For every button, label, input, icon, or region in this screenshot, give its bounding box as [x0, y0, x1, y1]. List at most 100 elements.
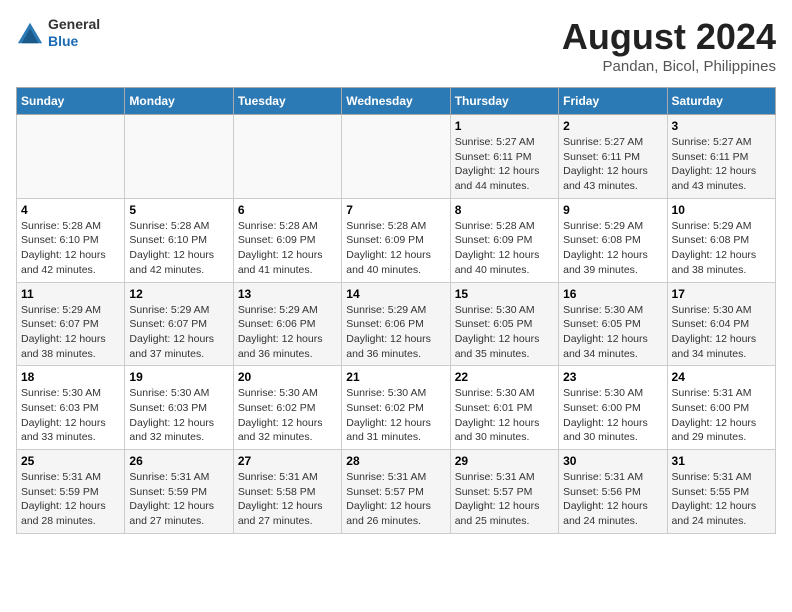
calendar-cell: 18 Sunrise: 5:30 AM Sunset: 6:03 PM Dayli… [17, 366, 125, 450]
day-info: Sunrise: 5:30 AM Sunset: 6:03 PM Dayligh… [21, 386, 120, 445]
calendar-cell: 27 Sunrise: 5:31 AM Sunset: 5:58 PM Dayli… [233, 450, 341, 534]
day-number: 13 [238, 287, 337, 301]
day-info: Sunrise: 5:28 AM Sunset: 6:10 PM Dayligh… [21, 219, 120, 278]
weekday-header-thursday: Thursday [450, 88, 558, 115]
calendar-cell [233, 115, 341, 199]
calendar-cell: 5 Sunrise: 5:28 AM Sunset: 6:10 PM Daylig… [125, 198, 233, 282]
calendar-cell: 31Sunrise: 5:31 AM Sunset: 5:55 PM Dayli… [667, 450, 775, 534]
day-number: 14 [346, 287, 445, 301]
day-number: 16 [563, 287, 662, 301]
calendar-cell: 10 Sunrise: 5:29 AM Sunset: 6:08 PM Dayli… [667, 198, 775, 282]
weekday-header-wednesday: Wednesday [342, 88, 450, 115]
day-info: Sunrise: 5:30 AM Sunset: 6:05 PM Dayligh… [455, 303, 554, 362]
day-number: 11 [21, 287, 120, 301]
day-info: Sunrise: 5:27 AM Sunset: 6:11 PM Dayligh… [455, 135, 554, 194]
day-number: 24 [672, 370, 771, 384]
calendar-cell: 6 Sunrise: 5:28 AM Sunset: 6:09 PM Daylig… [233, 198, 341, 282]
day-info: Sunrise: 5:31 AM Sunset: 6:00 PM Dayligh… [672, 386, 771, 445]
title-block: August 2024 Pandan, Bicol, Philippines [562, 16, 776, 75]
day-number: 2 [563, 119, 662, 133]
calendar-cell: 17 Sunrise: 5:30 AM Sunset: 6:04 PM Dayli… [667, 282, 775, 366]
day-number: 31 [672, 454, 771, 468]
day-info: Sunrise: 5:29 AM Sunset: 6:06 PM Dayligh… [346, 303, 445, 362]
day-info: Sunrise: 5:30 AM Sunset: 6:02 PM Dayligh… [238, 386, 337, 445]
day-number: 10 [672, 203, 771, 217]
page-title: August 2024 [562, 16, 776, 58]
logo-text: General Blue [48, 16, 100, 50]
day-number: 29 [455, 454, 554, 468]
day-info: Sunrise: 5:29 AM Sunset: 6:08 PM Dayligh… [563, 219, 662, 278]
calendar-cell: 21 Sunrise: 5:30 AM Sunset: 6:02 PM Dayli… [342, 366, 450, 450]
calendar-cell: 30 Sunrise: 5:31 AM Sunset: 5:56 PM Dayli… [559, 450, 667, 534]
day-info: Sunrise: 5:29 AM Sunset: 6:08 PM Dayligh… [672, 219, 771, 278]
day-info: Sunrise: 5:29 AM Sunset: 6:07 PM Dayligh… [21, 303, 120, 362]
day-info: Sunrise: 5:28 AM Sunset: 6:09 PM Dayligh… [455, 219, 554, 278]
week-row-1: 1 Sunrise: 5:27 AM Sunset: 6:11 PM Daylig… [17, 115, 776, 199]
week-row-3: 11 Sunrise: 5:29 AM Sunset: 6:07 PM Dayli… [17, 282, 776, 366]
logo: General Blue [16, 16, 100, 50]
day-number: 3 [672, 119, 771, 133]
calendar-cell: 2Sunrise: 5:27 AM Sunset: 6:11 PM Daylig… [559, 115, 667, 199]
day-number: 8 [455, 203, 554, 217]
calendar-cell: 9 Sunrise: 5:29 AM Sunset: 6:08 PM Daylig… [559, 198, 667, 282]
calendar-cell: 22Sunrise: 5:30 AM Sunset: 6:01 PM Dayli… [450, 366, 558, 450]
week-row-5: 25 Sunrise: 5:31 AM Sunset: 5:59 PM Dayli… [17, 450, 776, 534]
logo-icon [16, 19, 44, 47]
day-number: 5 [129, 203, 228, 217]
day-info: Sunrise: 5:29 AM Sunset: 6:07 PM Dayligh… [129, 303, 228, 362]
day-number: 12 [129, 287, 228, 301]
day-info: Sunrise: 5:29 AM Sunset: 6:06 PM Dayligh… [238, 303, 337, 362]
day-info: Sunrise: 5:28 AM Sunset: 6:09 PM Dayligh… [238, 219, 337, 278]
calendar-cell [342, 115, 450, 199]
day-number: 17 [672, 287, 771, 301]
day-info: Sunrise: 5:30 AM Sunset: 6:02 PM Dayligh… [346, 386, 445, 445]
week-row-4: 18 Sunrise: 5:30 AM Sunset: 6:03 PM Dayli… [17, 366, 776, 450]
day-number: 4 [21, 203, 120, 217]
day-number: 7 [346, 203, 445, 217]
weekday-header-sunday: Sunday [17, 88, 125, 115]
day-number: 21 [346, 370, 445, 384]
calendar-cell: 28Sunrise: 5:31 AM Sunset: 5:57 PM Dayli… [342, 450, 450, 534]
calendar-cell: 23Sunrise: 5:30 AM Sunset: 6:00 PM Dayli… [559, 366, 667, 450]
calendar-cell: 20Sunrise: 5:30 AM Sunset: 6:02 PM Dayli… [233, 366, 341, 450]
calendar-cell: 15Sunrise: 5:30 AM Sunset: 6:05 PM Dayli… [450, 282, 558, 366]
calendar-cell: 26 Sunrise: 5:31 AM Sunset: 5:59 PM Dayli… [125, 450, 233, 534]
day-info: Sunrise: 5:30 AM Sunset: 6:04 PM Dayligh… [672, 303, 771, 362]
day-info: Sunrise: 5:31 AM Sunset: 5:56 PM Dayligh… [563, 470, 662, 529]
day-number: 23 [563, 370, 662, 384]
day-info: Sunrise: 5:31 AM Sunset: 5:59 PM Dayligh… [129, 470, 228, 529]
day-number: 27 [238, 454, 337, 468]
calendar-cell [125, 115, 233, 199]
calendar-cell: 8 Sunrise: 5:28 AM Sunset: 6:09 PM Daylig… [450, 198, 558, 282]
weekday-header-monday: Monday [125, 88, 233, 115]
weekday-header-saturday: Saturday [667, 88, 775, 115]
calendar-cell: 4 Sunrise: 5:28 AM Sunset: 6:10 PM Daylig… [17, 198, 125, 282]
calendar-cell: 1 Sunrise: 5:27 AM Sunset: 6:11 PM Daylig… [450, 115, 558, 199]
day-number: 30 [563, 454, 662, 468]
weekday-header-friday: Friday [559, 88, 667, 115]
calendar-cell: 29 Sunrise: 5:31 AM Sunset: 5:57 PM Dayli… [450, 450, 558, 534]
day-number: 25 [21, 454, 120, 468]
day-number: 18 [21, 370, 120, 384]
calendar-cell: 13 Sunrise: 5:29 AM Sunset: 6:06 PM Dayli… [233, 282, 341, 366]
day-info: Sunrise: 5:31 AM Sunset: 5:59 PM Dayligh… [21, 470, 120, 529]
weekday-header-tuesday: Tuesday [233, 88, 341, 115]
page-subtitle: Pandan, Bicol, Philippines [562, 58, 776, 75]
calendar-cell: 12 Sunrise: 5:29 AM Sunset: 6:07 PM Dayli… [125, 282, 233, 366]
day-number: 1 [455, 119, 554, 133]
day-number: 26 [129, 454, 228, 468]
calendar-cell: 19Sunrise: 5:30 AM Sunset: 6:03 PM Dayli… [125, 366, 233, 450]
calendar-cell: 16Sunrise: 5:30 AM Sunset: 6:05 PM Dayli… [559, 282, 667, 366]
day-info: Sunrise: 5:31 AM Sunset: 5:57 PM Dayligh… [455, 470, 554, 529]
day-number: 6 [238, 203, 337, 217]
calendar-cell: 24 Sunrise: 5:31 AM Sunset: 6:00 PM Dayli… [667, 366, 775, 450]
day-info: Sunrise: 5:30 AM Sunset: 6:01 PM Dayligh… [455, 386, 554, 445]
day-info: Sunrise: 5:31 AM Sunset: 5:58 PM Dayligh… [238, 470, 337, 529]
calendar-cell: 25 Sunrise: 5:31 AM Sunset: 5:59 PM Dayli… [17, 450, 125, 534]
weekday-header-row: SundayMondayTuesdayWednesdayThursdayFrid… [17, 88, 776, 115]
calendar-cell [17, 115, 125, 199]
day-info: Sunrise: 5:27 AM Sunset: 6:11 PM Dayligh… [672, 135, 771, 194]
day-info: Sunrise: 5:28 AM Sunset: 6:10 PM Dayligh… [129, 219, 228, 278]
day-number: 9 [563, 203, 662, 217]
day-info: Sunrise: 5:28 AM Sunset: 6:09 PM Dayligh… [346, 219, 445, 278]
